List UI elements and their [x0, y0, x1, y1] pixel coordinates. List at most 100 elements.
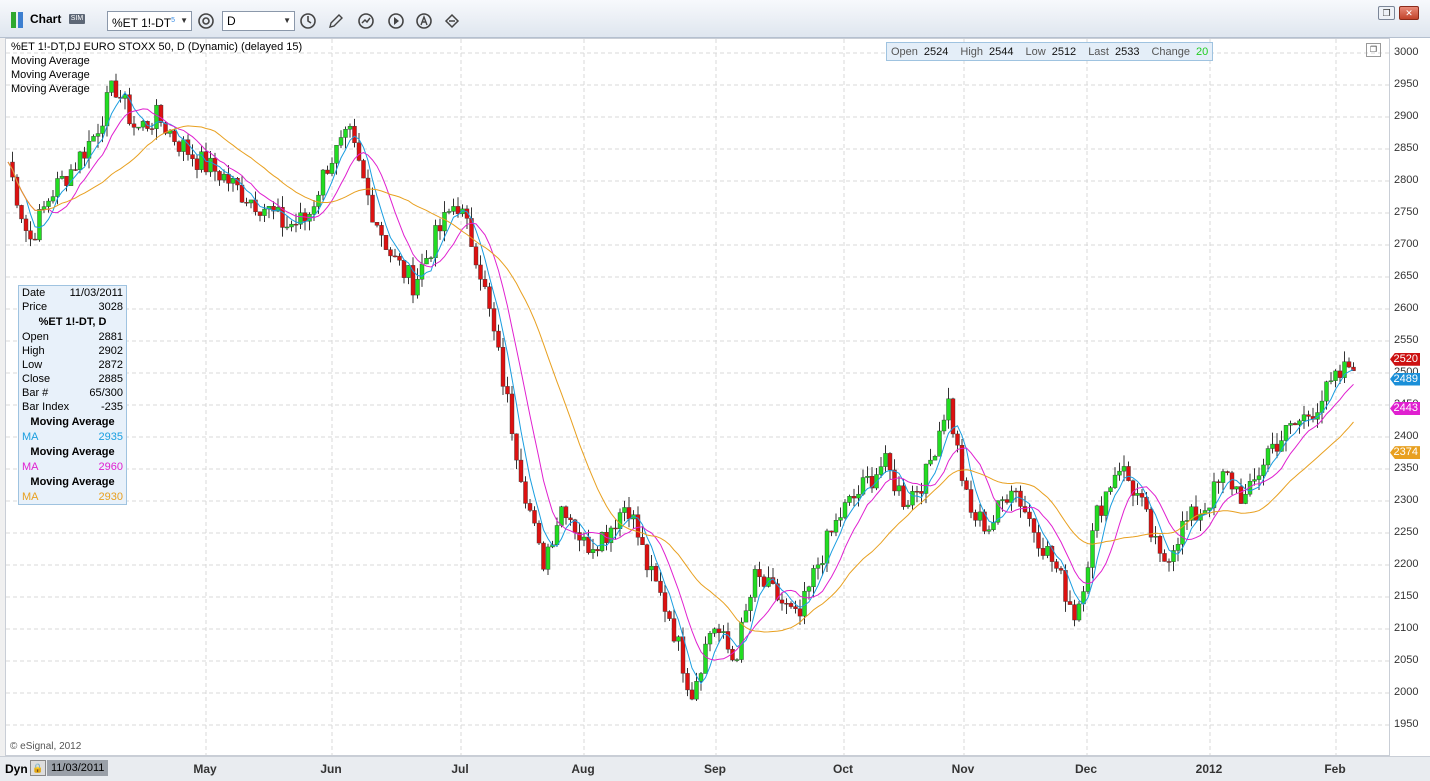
candle-up: [208, 157, 213, 173]
candle-down: [1306, 414, 1311, 417]
candle-up: [77, 151, 83, 171]
price-axis-label: 2650: [1394, 270, 1419, 282]
candle-down: [194, 158, 200, 170]
candle-down: [779, 599, 785, 604]
price-axis[interactable]: 3000 2950 2900 2850 2800 2750 2700 2650 2600 2550…: [1390, 38, 1430, 756]
candle-up: [446, 211, 452, 213]
candle-down: [217, 171, 222, 181]
candle-down: [964, 480, 969, 490]
dw-close-value: 2885: [98, 373, 123, 385]
candle-down: [410, 265, 416, 296]
candle-down: [1157, 536, 1163, 554]
candle-down: [595, 549, 600, 552]
candle-up: [1256, 475, 1262, 480]
candle-down: [914, 491, 920, 493]
dynamic-mode-label[interactable]: Dyn: [5, 762, 28, 776]
candle-down: [172, 130, 177, 142]
time-axis-label: Dec: [1074, 762, 1098, 776]
candle-down: [1040, 548, 1046, 556]
time-axis-label: Jun: [320, 762, 342, 776]
candle-down: [536, 522, 542, 544]
symbol-settings-icon[interactable]: [196, 11, 216, 31]
chart-area[interactable]: %ET 1!-DT,DJ EURO STOXX 50, D (Dynamic) …: [5, 38, 1390, 756]
interval-combo[interactable]: D ▼: [222, 11, 295, 31]
dw-ma1-header: Moving Average: [30, 416, 115, 428]
candle-up: [752, 569, 758, 598]
candle-up: [842, 502, 848, 518]
alert-icon[interactable]: [414, 11, 434, 31]
price-axis-label: 2700: [1394, 238, 1419, 250]
candle-down: [1225, 471, 1230, 473]
time-axis-label: Nov: [951, 762, 975, 776]
candle-up: [230, 178, 236, 184]
dw-ma3-value: 2930: [98, 491, 123, 503]
candle-up: [91, 136, 96, 142]
candle-down: [397, 255, 402, 261]
dw-close-row: Close 2885: [19, 372, 126, 386]
dw-high-row: High 2902: [19, 344, 126, 358]
candle-down: [19, 205, 24, 220]
price-axis-label: 2150: [1394, 590, 1419, 602]
dw-price-row: Price 3028: [19, 300, 126, 314]
candle-up: [424, 258, 429, 265]
candle-up: [1108, 487, 1113, 492]
pencil-icon[interactable]: [326, 11, 346, 31]
link-icon[interactable]: [442, 11, 462, 31]
candle-down: [1126, 466, 1131, 481]
candle-down: [28, 230, 33, 240]
candle-up: [559, 506, 564, 526]
candle-up: [874, 474, 879, 489]
candle-up: [442, 212, 447, 232]
candle-down: [356, 142, 362, 161]
time-template-icon[interactable]: [298, 11, 318, 31]
candle-up: [1153, 536, 1158, 538]
candle-up: [743, 610, 749, 623]
dw-ma3-row: MA 2930: [19, 490, 126, 504]
dw-ma2-row: MA 2960: [19, 460, 126, 474]
dw-ma2-header: Moving Average: [30, 446, 115, 458]
dw-ma2-label: MA: [22, 461, 39, 473]
candle-up: [1234, 486, 1239, 490]
candle-down: [1139, 493, 1145, 498]
candle-up: [140, 121, 146, 128]
candle-down: [1337, 370, 1343, 378]
price-axis-label: 2850: [1394, 142, 1419, 154]
time-axis-label: Oct: [832, 762, 854, 776]
candle-down: [568, 517, 573, 521]
candle-up: [847, 496, 852, 503]
dw-ma1-value: 2935: [98, 431, 123, 443]
candle-down: [1036, 532, 1041, 549]
price-axis-label: 2600: [1394, 302, 1419, 314]
candle-up: [154, 104, 159, 129]
dw-bar-value: 65/300: [89, 387, 123, 399]
play-icon[interactable]: [386, 11, 406, 31]
candle-down: [455, 206, 461, 215]
chart-restore-button[interactable]: ❐: [1366, 43, 1381, 57]
symbol-combo[interactable]: %ET 1!-DT5 ▼: [107, 11, 192, 31]
candle-down: [653, 566, 659, 582]
candle-down: [176, 141, 182, 152]
time-axis-label: Feb: [1324, 762, 1346, 776]
candle-down: [784, 603, 789, 605]
restore-window-button[interactable]: ❐: [1378, 6, 1395, 20]
dw-ma2-value: 2960: [98, 461, 123, 473]
price-axis-label: 2350: [1394, 462, 1419, 474]
candle-up: [856, 493, 861, 499]
candle-down: [392, 255, 398, 258]
candle-up: [1103, 491, 1109, 516]
candle-up: [199, 151, 204, 170]
lock-icon[interactable]: 🔒: [30, 760, 46, 776]
chevron-down-icon: ▼: [180, 16, 188, 25]
candle-down: [478, 264, 483, 280]
candle-up: [451, 206, 456, 212]
candle-down: [1166, 561, 1172, 563]
candle-up: [811, 568, 816, 588]
candle-down: [514, 433, 519, 461]
candle-down: [1274, 443, 1280, 452]
candle-up: [1220, 471, 1226, 483]
candle-up: [1094, 505, 1100, 531]
last-label: Last: [1088, 45, 1109, 58]
refresh-icon[interactable]: [356, 11, 376, 31]
close-window-button[interactable]: ✕: [1399, 6, 1419, 20]
candle-up: [622, 507, 627, 513]
